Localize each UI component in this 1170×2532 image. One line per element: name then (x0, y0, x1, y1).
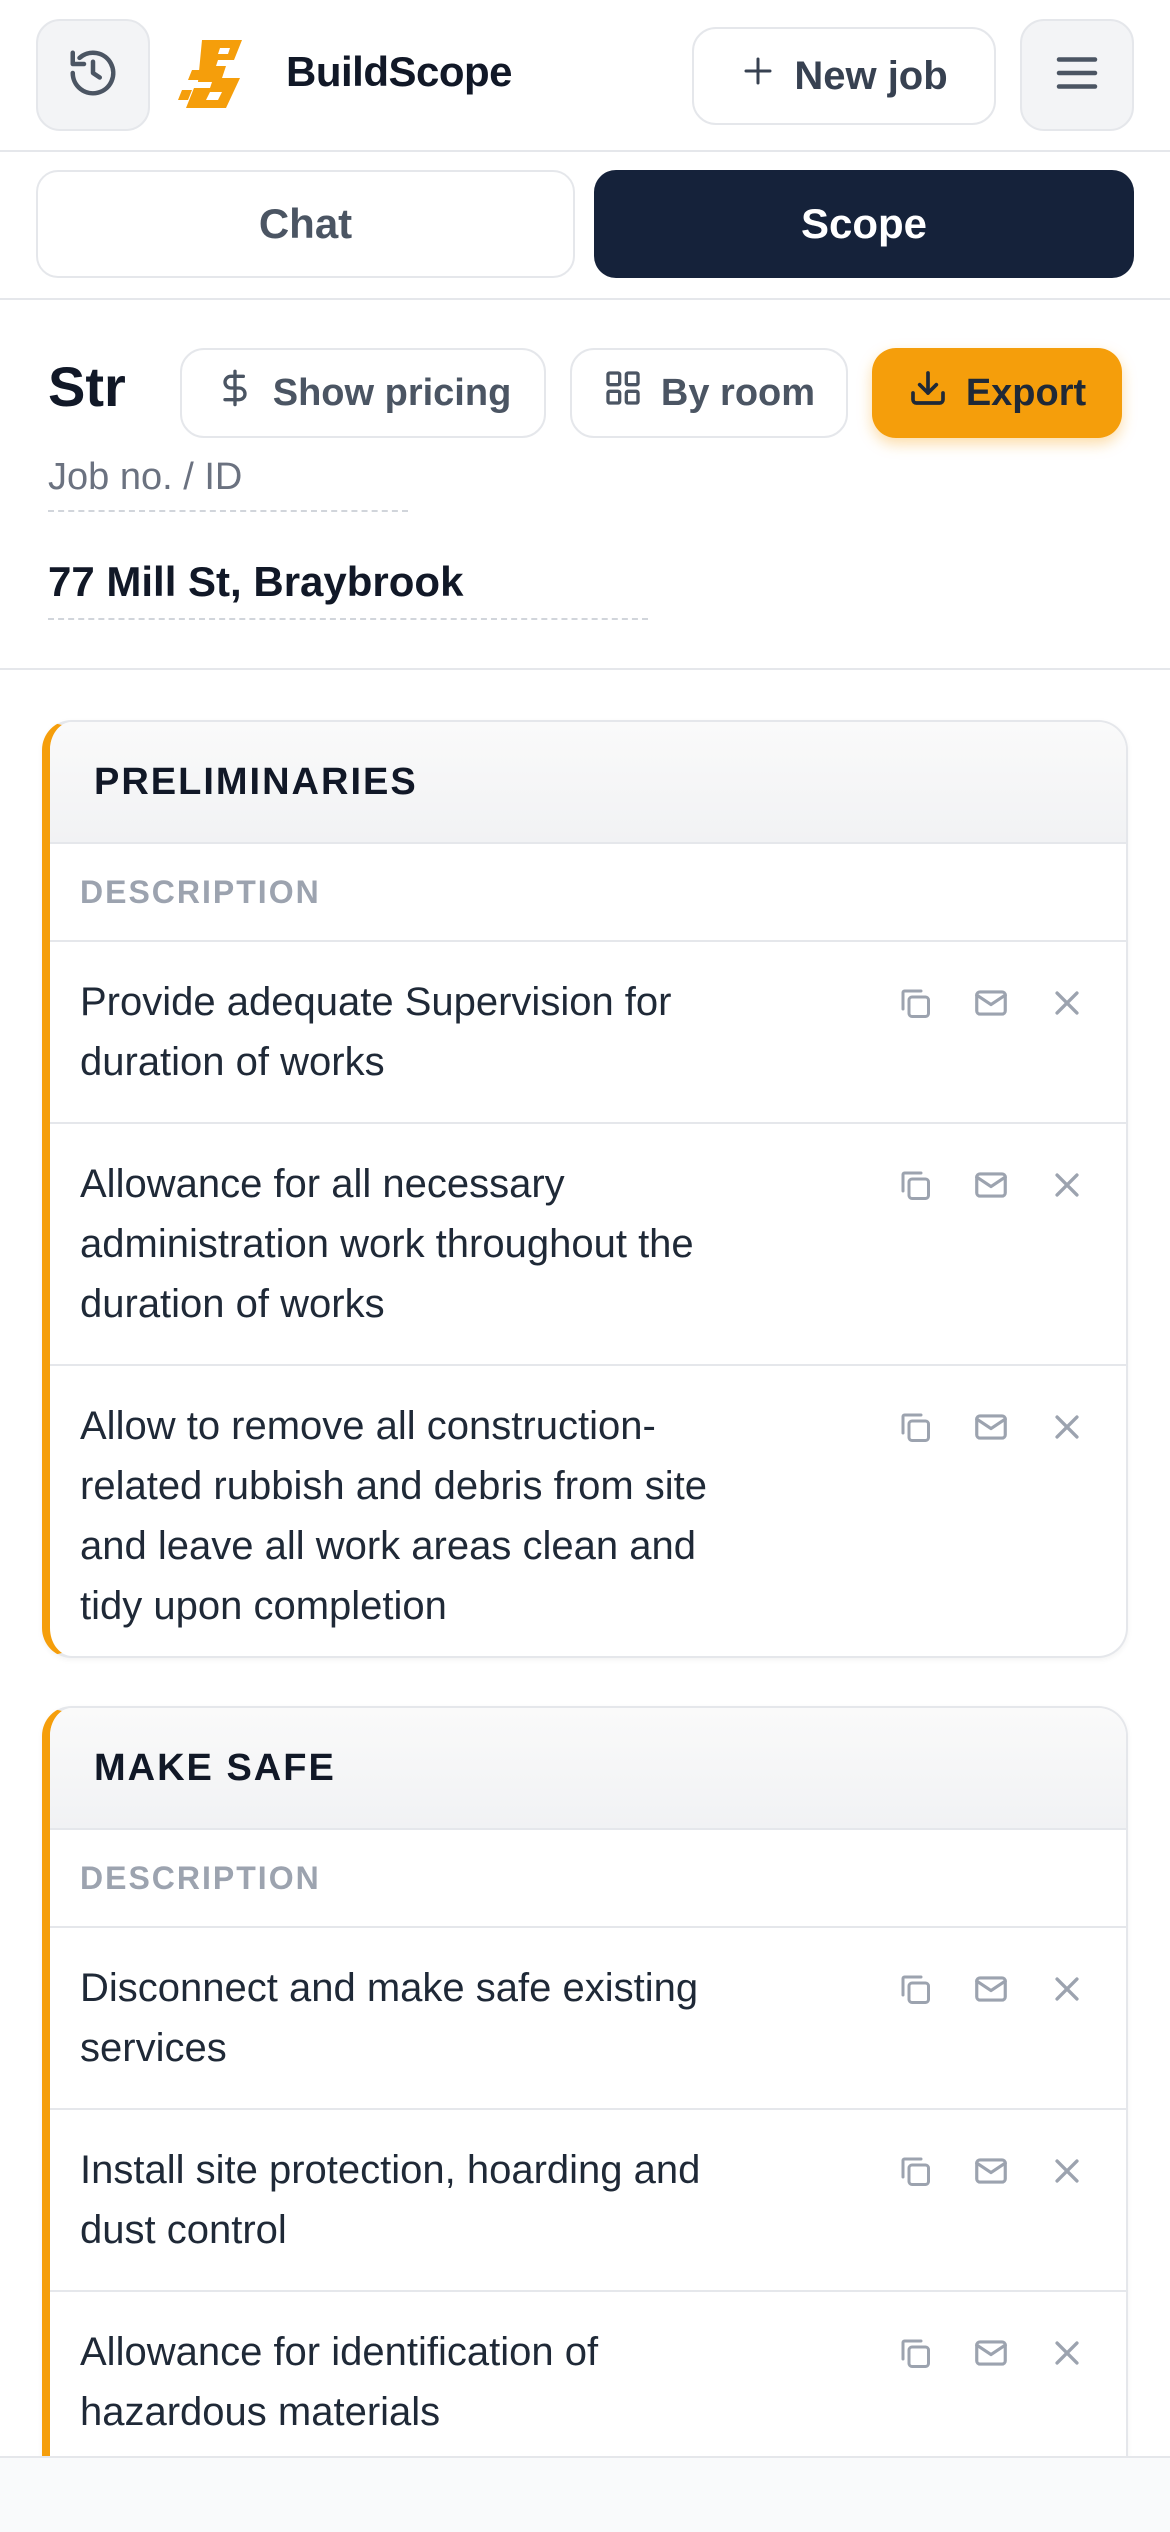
hamburger-menu-icon (1050, 46, 1104, 105)
email-icon[interactable] (972, 984, 1010, 1022)
list-item[interactable]: Provide adequate Supervision for duratio… (50, 942, 1126, 1124)
column-header-description: DESCRIPTION (50, 1830, 1126, 1928)
new-job-label: New job (794, 53, 948, 98)
list-item[interactable]: Allow to remove all construction-related… (50, 1366, 1126, 1656)
app-name: BuildScope (286, 48, 513, 95)
export-label: Export (965, 371, 1087, 414)
tab-chat[interactable]: Chat (36, 170, 575, 278)
history-button[interactable] (36, 19, 150, 131)
close-icon[interactable] (1048, 984, 1086, 1022)
list-item[interactable]: Install site protection, hoarding and du… (50, 2110, 1126, 2292)
tab-scope[interactable]: Scope (594, 170, 1134, 278)
buildscope-logo (174, 34, 254, 114)
duplicate-icon[interactable] (896, 1166, 934, 1204)
email-icon[interactable] (972, 1166, 1010, 1204)
email-icon[interactable] (972, 2152, 1010, 2190)
plus-icon (740, 53, 776, 99)
new-job-button[interactable]: New job (692, 27, 996, 125)
row-actions (896, 2152, 1086, 2190)
duplicate-icon[interactable] (896, 984, 934, 1022)
job-number-field[interactable]: Job no. / ID (48, 452, 408, 512)
item-description[interactable]: Allowance for all necessary administrati… (80, 1154, 766, 1334)
close-icon[interactable] (1048, 1970, 1086, 2008)
row-actions (896, 1970, 1086, 2008)
row-actions (896, 984, 1086, 1022)
list-item[interactable]: Disconnect and make safe existing servic… (50, 1928, 1126, 2110)
address-field[interactable]: 77 Mill St, Braybrook (48, 558, 648, 620)
row-actions (896, 1166, 1086, 1204)
by-room-button[interactable]: By room (570, 348, 848, 438)
scope-header: Str Show pricing By room Export Job no. … (0, 300, 1170, 670)
section-title: MAKE SAFE (50, 1708, 1126, 1830)
item-description[interactable]: Install site protection, hoarding and du… (80, 2140, 766, 2260)
row-actions (896, 1408, 1086, 1446)
item-description[interactable]: Disconnect and make safe existing servic… (80, 1958, 766, 2078)
close-icon[interactable] (1048, 2334, 1086, 2372)
view-tabs: Chat Scope (0, 152, 1170, 300)
show-pricing-label: Show pricing (272, 371, 512, 414)
close-icon[interactable] (1048, 2152, 1086, 2190)
download-icon (908, 368, 948, 418)
item-list: Provide adequate Supervision for duratio… (50, 942, 1126, 1656)
section-title: PRELIMINARIES (50, 722, 1126, 844)
grid-icon (603, 368, 643, 418)
duplicate-icon[interactable] (896, 1970, 934, 2008)
list-item[interactable]: Allowance for all necessary administrati… (50, 1124, 1126, 1366)
show-pricing-button[interactable]: Show pricing (180, 348, 546, 438)
duplicate-icon[interactable] (896, 2152, 934, 2190)
bottom-bar (0, 2456, 1170, 2532)
by-room-label: By room (660, 371, 816, 414)
email-icon[interactable] (972, 1970, 1010, 2008)
section-make-safe: MAKE SAFE DESCRIPTION Disconnect and mak… (42, 1706, 1128, 2532)
item-description[interactable]: Allowance for identification of hazardou… (80, 2322, 766, 2442)
column-header-description: DESCRIPTION (50, 844, 1126, 942)
top-bar: BuildScope New job (0, 0, 1170, 152)
section-preliminaries: PRELIMINARIES DESCRIPTION Provide adequa… (42, 720, 1128, 1658)
item-list: Disconnect and make safe existing servic… (50, 1928, 1126, 2472)
row-actions (896, 2334, 1086, 2372)
scope-title[interactable]: Str (48, 354, 138, 419)
list-item[interactable]: Allowance for identification of hazardou… (50, 2292, 1126, 2472)
menu-button[interactable] (1020, 19, 1134, 131)
duplicate-icon[interactable] (896, 2334, 934, 2372)
close-icon[interactable] (1048, 1408, 1086, 1446)
item-description[interactable]: Provide adequate Supervision for duratio… (80, 972, 766, 1092)
export-button[interactable]: Export (872, 348, 1122, 438)
item-description[interactable]: Allow to remove all construction-related… (80, 1396, 766, 1636)
email-icon[interactable] (972, 1408, 1010, 1446)
history-icon (66, 46, 120, 105)
close-icon[interactable] (1048, 1166, 1086, 1204)
email-icon[interactable] (972, 2334, 1010, 2372)
duplicate-icon[interactable] (896, 1408, 934, 1446)
dollar-icon (215, 368, 255, 418)
